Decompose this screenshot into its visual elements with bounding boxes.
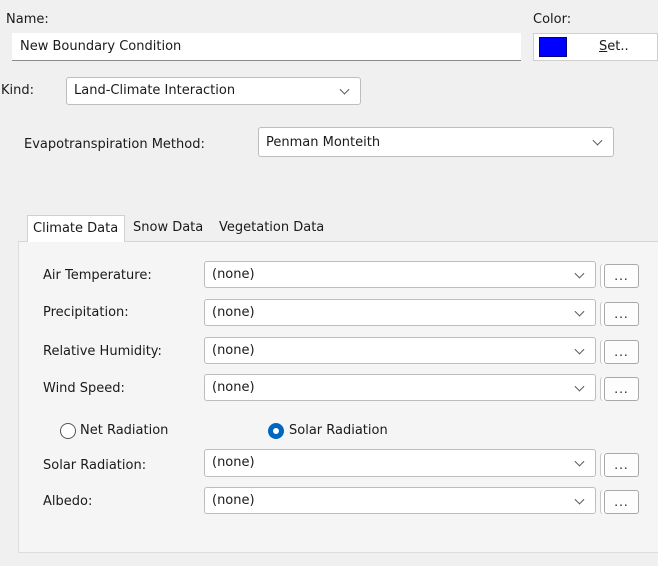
relative-humidity-browse-button[interactable]: ... [604, 340, 639, 364]
net-radiation-label: Net Radiation [80, 423, 169, 438]
albedo-select[interactable]: (none) [204, 487, 596, 514]
tab-climate-data[interactable]: Climate Data [27, 215, 125, 242]
evapo-method-value: Penman Monteith [266, 135, 381, 150]
set-color-label: et.. [607, 39, 629, 54]
chevron-down-icon [574, 381, 585, 392]
air-temperature-value: (none) [212, 266, 255, 282]
solar-radiation-label: Solar Radiation: [43, 458, 147, 473]
name-field-value: New Boundary Condition [20, 39, 182, 54]
color-picker: Set.. [533, 33, 658, 61]
precipitation-browse-button[interactable]: ... [604, 302, 639, 326]
air-temperature-browse-button[interactable]: ... [604, 264, 639, 288]
kind-label: Kind: [1, 83, 35, 98]
chevron-down-icon [592, 135, 603, 146]
albedo-label: Albedo: [43, 494, 93, 509]
tab-snow-data-label: Snow Data [133, 220, 204, 235]
color-swatch [539, 37, 567, 57]
wind-speed-label: Wind Speed: [43, 381, 125, 396]
albedo-value: (none) [212, 492, 255, 508]
relative-humidity-select[interactable]: (none) [204, 337, 596, 364]
solar-radiation-browse-button[interactable]: ... [604, 453, 639, 477]
kind-select[interactable]: Land-Climate Interaction [66, 77, 361, 105]
tab-snow-data[interactable]: Snow Data [128, 215, 208, 242]
albedo-browse-button[interactable]: ... [604, 490, 639, 514]
solar-radiation-option-label: Solar Radiation [289, 423, 388, 438]
solar-radiation-select[interactable]: (none) [204, 449, 596, 477]
chevron-down-icon [574, 268, 585, 279]
kind-select-value: Land-Climate Interaction [74, 83, 236, 98]
chevron-down-icon [339, 84, 350, 95]
set-color-button[interactable]: Set.. [599, 39, 629, 55]
precipitation-value: (none) [212, 304, 255, 320]
tab-climate-data-label: Climate Data [33, 221, 119, 236]
air-temperature-select[interactable]: (none) [204, 261, 596, 288]
solar-radiation-value: (none) [212, 455, 255, 470]
air-temperature-label: Air Temperature: [43, 268, 152, 283]
wind-speed-browse-button[interactable]: ... [604, 377, 639, 401]
wind-speed-value: (none) [212, 379, 255, 395]
wind-speed-select[interactable]: (none) [204, 374, 596, 401]
radio-icon [268, 423, 284, 439]
precipitation-label: Precipitation: [43, 305, 129, 320]
color-label: Color: [533, 12, 572, 27]
evapo-label: Evapotranspiration Method: [24, 137, 205, 152]
evapo-method-select[interactable]: Penman Monteith [258, 127, 614, 157]
relative-humidity-label: Relative Humidity: [43, 344, 162, 359]
chevron-down-icon [574, 306, 585, 317]
name-field[interactable]: New Boundary Condition [12, 33, 521, 61]
chevron-down-icon [574, 456, 585, 467]
tab-vegetation-data[interactable]: Vegetation Data [214, 215, 329, 242]
relative-humidity-value: (none) [212, 342, 255, 358]
precipitation-select[interactable]: (none) [204, 299, 596, 326]
radio-icon [60, 423, 76, 439]
chevron-down-icon [574, 344, 585, 355]
name-label: Name: [6, 12, 49, 27]
tab-vegetation-data-label: Vegetation Data [219, 220, 325, 235]
chevron-down-icon [574, 494, 585, 505]
